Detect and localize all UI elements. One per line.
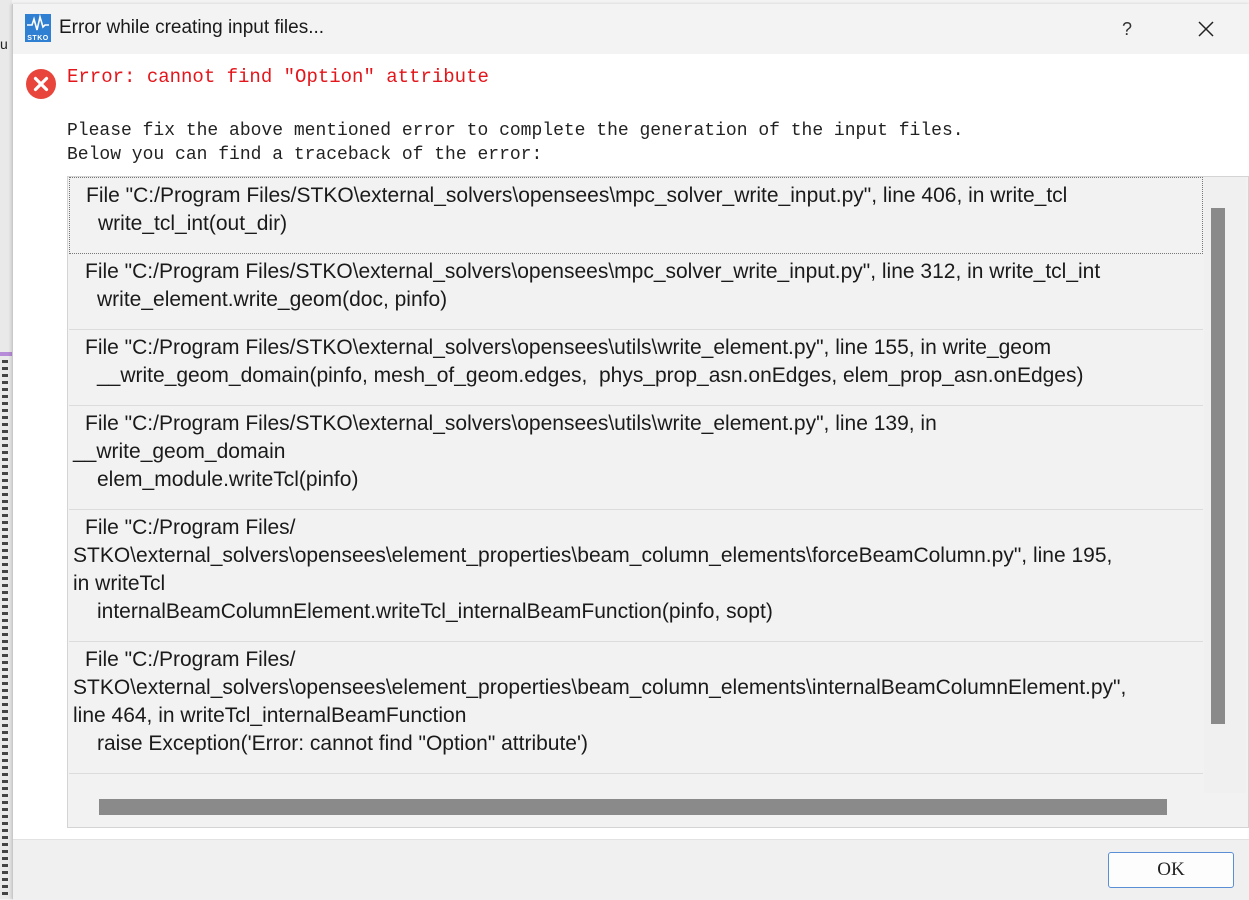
help-button[interactable]: ?	[1105, 12, 1149, 46]
error-title: Error: cannot find "Option" attribute	[67, 66, 489, 88]
traceback-file-line-continued: STKO\external_solvers\opensees\element_p…	[73, 544, 1113, 567]
traceback-code-line: raise Exception('Error: cannot find "Opt…	[97, 732, 588, 755]
traceback-code-line: write_tcl_int(out_dir)	[98, 212, 288, 235]
traceback-item[interactable]: File "C:/Program Files/STKO\external_sol…	[69, 254, 1203, 330]
background-selection-bar	[0, 352, 12, 356]
traceback-file-line: File "C:/Program Files/STKO\external_sol…	[85, 336, 1052, 359]
traceback-file-line-continued: __write_geom_domain	[73, 440, 286, 463]
traceback-file-line-continued: line 464, in writeTcl_internalBeamFuncti…	[73, 704, 467, 727]
ok-button[interactable]: OK	[1108, 852, 1234, 888]
traceback-list[interactable]: File "C:/Program Files/STKO\external_sol…	[67, 176, 1249, 828]
logo-label: STKO	[27, 35, 49, 42]
error-message-line1: Please fix the above mentioned error to …	[67, 121, 964, 141]
traceback-file-line: File "C:/Program Files/STKO\external_sol…	[85, 260, 1101, 283]
traceback-file-line: File "C:/Program Files/STKO\external_sol…	[86, 184, 1068, 207]
error-message-line2: Below you can find a traceback of the er…	[67, 145, 543, 165]
close-button[interactable]	[1183, 12, 1229, 46]
traceback-code-line: elem_module.writeTcl(pinfo)	[97, 468, 359, 491]
traceback-file-line: File "C:/Program Files/STKO\external_sol…	[85, 412, 937, 435]
background-app: u	[0, 0, 12, 899]
traceback-file-line: File "C:/Program Files/	[85, 648, 296, 671]
title-bar[interactable]: STKO Error while creating input files...…	[13, 4, 1249, 54]
dialog-footer: OK	[13, 839, 1249, 900]
background-app-text: u	[0, 36, 8, 52]
horizontal-scrollbar-thumb[interactable]	[99, 799, 1167, 815]
traceback-item[interactable]: File "C:/Program Files/STKO\external_sol…	[69, 330, 1203, 406]
close-icon	[1198, 21, 1214, 37]
traceback-item[interactable]: File "C:/Program Files/STKO\external_sol…	[69, 177, 1203, 254]
traceback-item[interactable]: File "C:/Program Files/ STKO\external_so…	[69, 642, 1203, 774]
window-title: Error while creating input files...	[59, 17, 325, 38]
vertical-scrollbar-thumb[interactable]	[1211, 208, 1225, 724]
traceback-code-line: __write_geom_domain(pinfo, mesh_of_geom.…	[97, 364, 1084, 387]
traceback-viewport: File "C:/Program Files/STKO\external_sol…	[69, 177, 1203, 793]
traceback-code-line: internalBeamColumnElement.writeTcl_inter…	[97, 600, 773, 623]
background-grid-pattern	[2, 360, 8, 899]
error-dialog: STKO Error while creating input files...…	[12, 4, 1249, 900]
error-icon	[26, 69, 56, 99]
stko-logo-icon: STKO	[25, 14, 51, 42]
dialog-body: Error: cannot find "Option" attribute Pl…	[13, 54, 1249, 839]
traceback-code-line: write_element.write_geom(doc, pinfo)	[97, 288, 448, 311]
traceback-item[interactable]: File "C:/Program Files/STKO\external_sol…	[69, 406, 1203, 510]
traceback-item[interactable]: File "C:/Program Files/ STKO\external_so…	[69, 510, 1203, 642]
traceback-file-line-continued: STKO\external_solvers\opensees\element_p…	[73, 676, 1127, 699]
traceback-file-line: File "C:/Program Files/	[85, 516, 296, 539]
traceback-file-line-continued: in writeTcl	[73, 572, 166, 595]
